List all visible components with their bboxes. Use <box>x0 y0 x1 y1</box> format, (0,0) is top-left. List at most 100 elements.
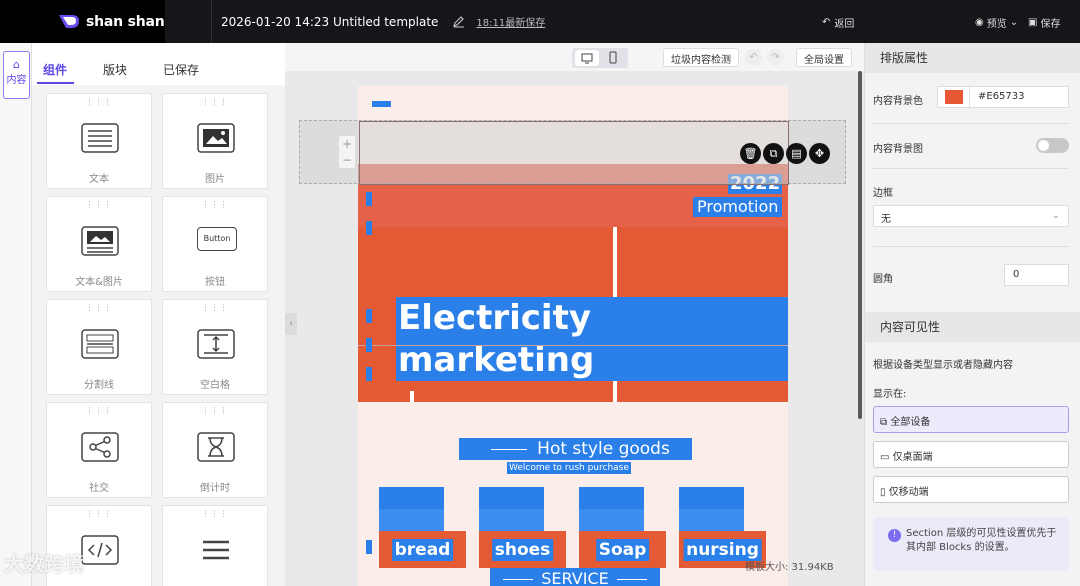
layout-properties-header: 排版属性 <box>865 43 1080 73</box>
block-marker[interactable] <box>366 192 372 206</box>
last-saved-link[interactable]: 18:11最新保存 <box>476 14 545 29</box>
canvas-scrollbar[interactable] <box>858 71 862 419</box>
collapse-panel-handle[interactable]: ‹ <box>285 313 297 335</box>
product-image[interactable] <box>479 487 544 531</box>
component-image[interactable]: ⋮⋮⋮ 图片 <box>162 93 268 189</box>
block-marker[interactable] <box>366 309 372 323</box>
hero-headline[interactable]: Electricity marketing <box>396 297 788 381</box>
component-text[interactable]: ⋮⋮⋮ 文本 <box>46 93 152 189</box>
component-text-image[interactable]: ⋮⋮⋮ 文本&图片 <box>46 196 152 292</box>
tab-sections[interactable]: 版块 <box>103 61 127 78</box>
divider <box>211 0 212 43</box>
desktop-view-button[interactable] <box>575 50 599 66</box>
edit-pencil-icon[interactable] <box>452 15 466 29</box>
logo-icon <box>59 15 79 28</box>
visibility-description: 根据设备类型显示或者隐藏内容 <box>873 360 1013 371</box>
component-spacer[interactable]: ⋮⋮⋮ 空白格 <box>162 299 268 395</box>
chevron-down-icon: ⌄ <box>1051 210 1060 221</box>
plus-icon[interactable]: + <box>339 136 355 152</box>
active-tab-underline <box>37 82 74 84</box>
redo-icon[interactable]: ↷ <box>767 49 784 66</box>
mobile-view-button[interactable] <box>601 50 625 66</box>
section-title-text: Hot style goods <box>537 439 670 459</box>
visibility-mobile-only[interactable]: ▯ 仅移动端 <box>873 476 1069 503</box>
brand-logo[interactable]: shan shan <box>0 0 165 43</box>
drag-handle-icon[interactable]: ⋮⋮⋮ <box>47 200 151 209</box>
drag-handle-icon[interactable]: ⋮⋮⋮ <box>47 303 151 312</box>
left-rail: ⌂ 内容 <box>0 43 32 586</box>
component-social[interactable]: ⋮⋮⋮ 社交 <box>46 402 152 498</box>
component-button[interactable]: ⋮⋮⋮ Button 按钮 <box>162 196 268 292</box>
block-marker[interactable] <box>366 367 372 381</box>
drag-handle-icon[interactable]: ⋮⋮⋮ <box>163 303 267 312</box>
preheader-block[interactable] <box>372 101 391 107</box>
drag-handle-icon[interactable]: ⋮⋮⋮ <box>47 509 151 518</box>
rail-tab-content[interactable]: ⌂ 内容 <box>3 51 30 99</box>
brand-name: shan shan <box>86 13 165 30</box>
home-icon: ⌂ <box>13 58 20 71</box>
card-label: 按钮 <box>205 277 225 288</box>
product-name[interactable]: bread <box>391 539 454 561</box>
block-marker[interactable] <box>366 338 372 352</box>
back-arrow-icon: ↶ <box>822 17 831 28</box>
section-subtitle[interactable]: Welcome to rush purchase <box>507 462 631 474</box>
bg-color-input[interactable]: #E65733 <box>969 86 1069 108</box>
border-select[interactable]: 无 ⌄ <box>873 205 1069 227</box>
row-outline <box>358 345 788 346</box>
back-button[interactable]: ↶ 返回 <box>822 15 854 30</box>
selected-row-outline <box>359 121 789 185</box>
drag-handle-icon[interactable]: ⋮⋮⋮ <box>47 97 151 106</box>
product-card[interactable]: nursing <box>679 487 766 568</box>
save-button[interactable]: ▣ 保存 <box>1028 15 1060 30</box>
tab-components[interactable]: 组件 <box>43 61 67 78</box>
editor-canvas: 垃圾内容检测 ↶ ↷ 全局设置 ‹ 2022 Promotion Electri… <box>285 43 864 586</box>
minus-icon[interactable]: − <box>339 152 355 168</box>
tab-saved[interactable]: 已保存 <box>163 61 199 78</box>
divider <box>873 246 1069 247</box>
product-image[interactable] <box>579 487 644 531</box>
block-marker[interactable] <box>366 221 372 235</box>
product-name[interactable]: shoes <box>491 539 554 561</box>
title-dash <box>503 579 534 580</box>
product-image[interactable] <box>379 487 444 531</box>
drag-handle-icon[interactable]: ⋮⋮⋮ <box>163 97 267 106</box>
radius-input[interactable]: 0 <box>1004 264 1069 286</box>
move-icon[interactable]: ✥ <box>809 143 830 164</box>
component-menu[interactable]: ⋮⋮⋮ <box>162 505 268 586</box>
hero-section[interactable]: 2022 Promotion Electricity marketing <box>358 164 788 402</box>
product-card[interactable]: shoes <box>479 487 566 568</box>
global-settings-button[interactable]: 全局设置 <box>796 48 852 67</box>
properties-panel: 排版属性 内容背景色 #E65733 内容背景图 边框 无 ⌄ 圆角 0 内容可… <box>864 43 1080 586</box>
product-image[interactable] <box>679 487 744 531</box>
drag-handle-icon[interactable]: ⋮⋮⋮ <box>163 509 267 518</box>
component-countdown[interactable]: ⋮⋮⋮ 倒计时 <box>162 402 268 498</box>
drag-handle-icon[interactable]: ⋮⋮⋮ <box>163 200 267 209</box>
option-label: 仅桌面端 <box>892 452 933 463</box>
drag-handle-icon[interactable]: ⋮⋮⋮ <box>163 406 267 415</box>
duplicate-icon[interactable]: ⧉ <box>763 143 784 164</box>
delete-icon[interactable]: 🗑 <box>740 143 761 164</box>
section-title[interactable]: Hot style goods <box>459 438 692 472</box>
promo-word-text[interactable]: Promotion <box>693 197 783 217</box>
save-label: 保存 <box>1040 19 1061 30</box>
bg-image-toggle[interactable] <box>1036 138 1069 153</box>
card-label: 文本 <box>89 174 109 185</box>
visibility-desktop-only[interactable]: ▭ 仅桌面端 <box>873 441 1069 468</box>
visibility-all-devices[interactable]: ⧉ 全部设备 <box>873 406 1069 433</box>
save-block-icon[interactable]: ▤ <box>786 143 807 164</box>
preview-label: 预览 <box>986 19 1007 30</box>
spam-check-button[interactable]: 垃圾内容检测 <box>663 48 739 67</box>
add-remove-stepper[interactable]: + − <box>338 135 356 169</box>
product-label-box: bread <box>379 531 466 568</box>
block-marker[interactable] <box>366 540 372 554</box>
component-divider[interactable]: ⋮⋮⋮ 分割线 <box>46 299 152 395</box>
product-card[interactable]: bread <box>379 487 466 568</box>
undo-icon[interactable]: ↶ <box>745 49 762 66</box>
bg-color-swatch[interactable] <box>937 86 971 108</box>
product-card[interactable]: Soap <box>579 487 666 568</box>
product-name[interactable]: Soap <box>595 539 650 561</box>
service-title[interactable]: SERVICE <box>490 568 660 586</box>
bg-color-label: 内容背景色 <box>873 96 923 107</box>
drag-handle-icon[interactable]: ⋮⋮⋮ <box>47 406 151 415</box>
preview-dropdown[interactable]: ◉ 预览 ⌄ <box>975 15 1018 30</box>
